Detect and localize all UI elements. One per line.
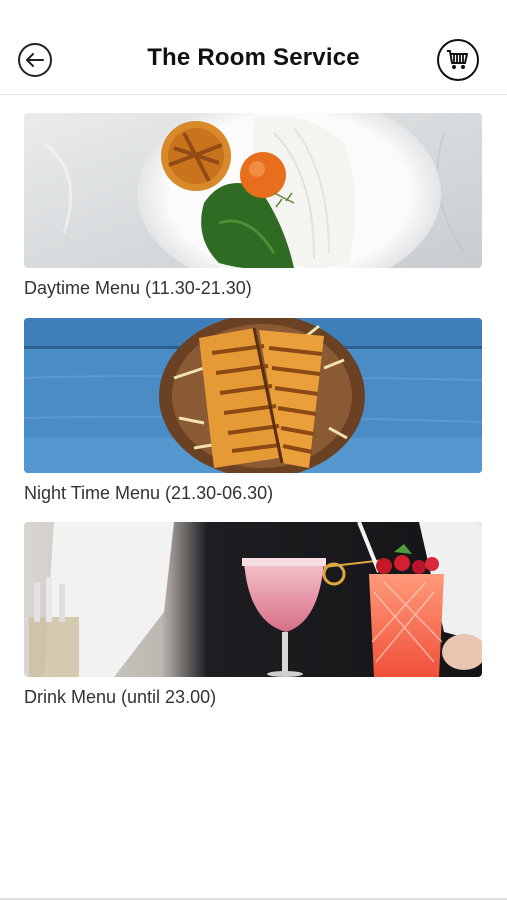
- daytime-menu-image: [24, 113, 482, 268]
- app-header: The Room Service: [0, 0, 507, 95]
- drink-menu-card[interactable]: Drink Menu (until 23.00): [24, 522, 482, 708]
- daytime-menu-card[interactable]: Daytime Menu (11.30-21.30): [24, 113, 482, 299]
- shopping-cart-icon: [447, 50, 468, 69]
- drink-menu-label: Drink Menu (until 23.00): [24, 687, 217, 707]
- page-title: The Room Service: [147, 44, 360, 71]
- cart-button[interactable]: [437, 39, 479, 81]
- night-time-menu-image: [24, 318, 482, 473]
- night-time-menu-card[interactable]: Night Time Menu (21.30-06.30): [24, 318, 482, 504]
- daytime-menu-label: Daytime Menu (11.30-21.30): [24, 278, 252, 298]
- drink-menu-image: [24, 522, 482, 677]
- night-time-menu-label: Night Time Menu (21.30-06.30): [24, 483, 274, 503]
